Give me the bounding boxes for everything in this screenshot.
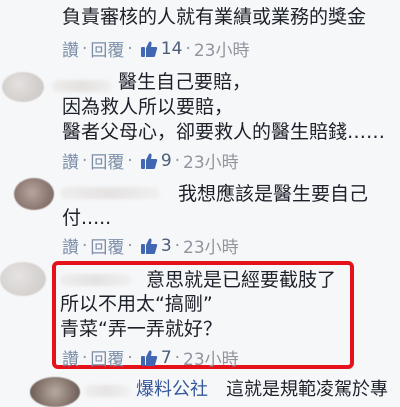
comment-text: 因為救人所以要賠，	[62, 96, 234, 118]
separator-dot: ·	[127, 38, 133, 59]
comment-actions: 讚 · 回覆 · 9 · 23小時	[62, 148, 239, 174]
author-name-blurred	[84, 385, 130, 397]
thumbs-up-icon[interactable]	[140, 40, 158, 58]
comment-text: 我想應該是醫生要自己	[178, 183, 369, 205]
like-link[interactable]: 讚	[62, 233, 79, 258]
avatar[interactable]	[0, 262, 46, 296]
reply-link[interactable]: 回覆	[90, 233, 124, 258]
comment-actions: 讚 · 回覆 · 3 · 23小時	[62, 233, 239, 259]
separator-dot: ·	[127, 347, 133, 368]
comment-text: 付.....	[62, 207, 112, 229]
like-link[interactable]: 讚	[62, 36, 79, 61]
separator-dot: ·	[174, 235, 181, 256]
avatar[interactable]	[2, 72, 44, 102]
comment-actions: 讚 · 回覆 · 7 · 23小時	[62, 345, 239, 371]
comment-text: 負責審核的人就有業績或業務的獎金	[62, 6, 367, 28]
like-count[interactable]: 7	[161, 348, 172, 368]
avatar[interactable]	[30, 377, 80, 407]
separator-dot: ·	[82, 38, 88, 59]
reply-link[interactable]: 回覆	[90, 36, 124, 61]
thumbs-up-icon[interactable]	[140, 237, 158, 255]
timestamp[interactable]: 23小時	[194, 36, 250, 61]
separator-dot: ·	[127, 235, 133, 256]
separator-dot: ·	[127, 150, 133, 171]
separator-dot: ·	[82, 347, 88, 368]
comment-text: 醫者父母心，卻要救人的醫生賠錢……	[62, 121, 386, 143]
like-count[interactable]: 3	[161, 236, 172, 256]
separator-dot: ·	[174, 150, 181, 171]
timestamp[interactable]: 23小時	[183, 233, 239, 258]
comment-actions: 讚 · 回覆 · 14 · 23小時	[62, 36, 250, 62]
separator-dot: ·	[82, 150, 88, 171]
avatar[interactable]	[14, 178, 54, 210]
author-name[interactable]	[60, 187, 160, 199]
thumbs-up-icon[interactable]	[140, 349, 158, 367]
separator-dot: ·	[174, 347, 181, 368]
separator-dot: ·	[82, 235, 88, 256]
like-count[interactable]: 14	[161, 39, 183, 59]
thumbs-up-icon[interactable]	[140, 152, 158, 170]
author-name[interactable]: 爆料公社	[136, 377, 208, 402]
separator-dot: ·	[185, 38, 191, 59]
reply-link[interactable]: 回覆	[90, 345, 124, 370]
comment-text: 這就是規範凌駕於專	[226, 379, 388, 400]
like-link[interactable]: 讚	[62, 345, 79, 370]
timestamp[interactable]: 23小時	[183, 148, 239, 173]
like-link[interactable]: 讚	[62, 148, 79, 173]
like-count[interactable]: 9	[161, 151, 172, 171]
comment-text: 醫生自己要賠，	[118, 71, 252, 93]
author-name[interactable]	[52, 80, 112, 92]
reply-link[interactable]: 回覆	[90, 148, 124, 173]
timestamp[interactable]: 23小時	[183, 345, 239, 370]
